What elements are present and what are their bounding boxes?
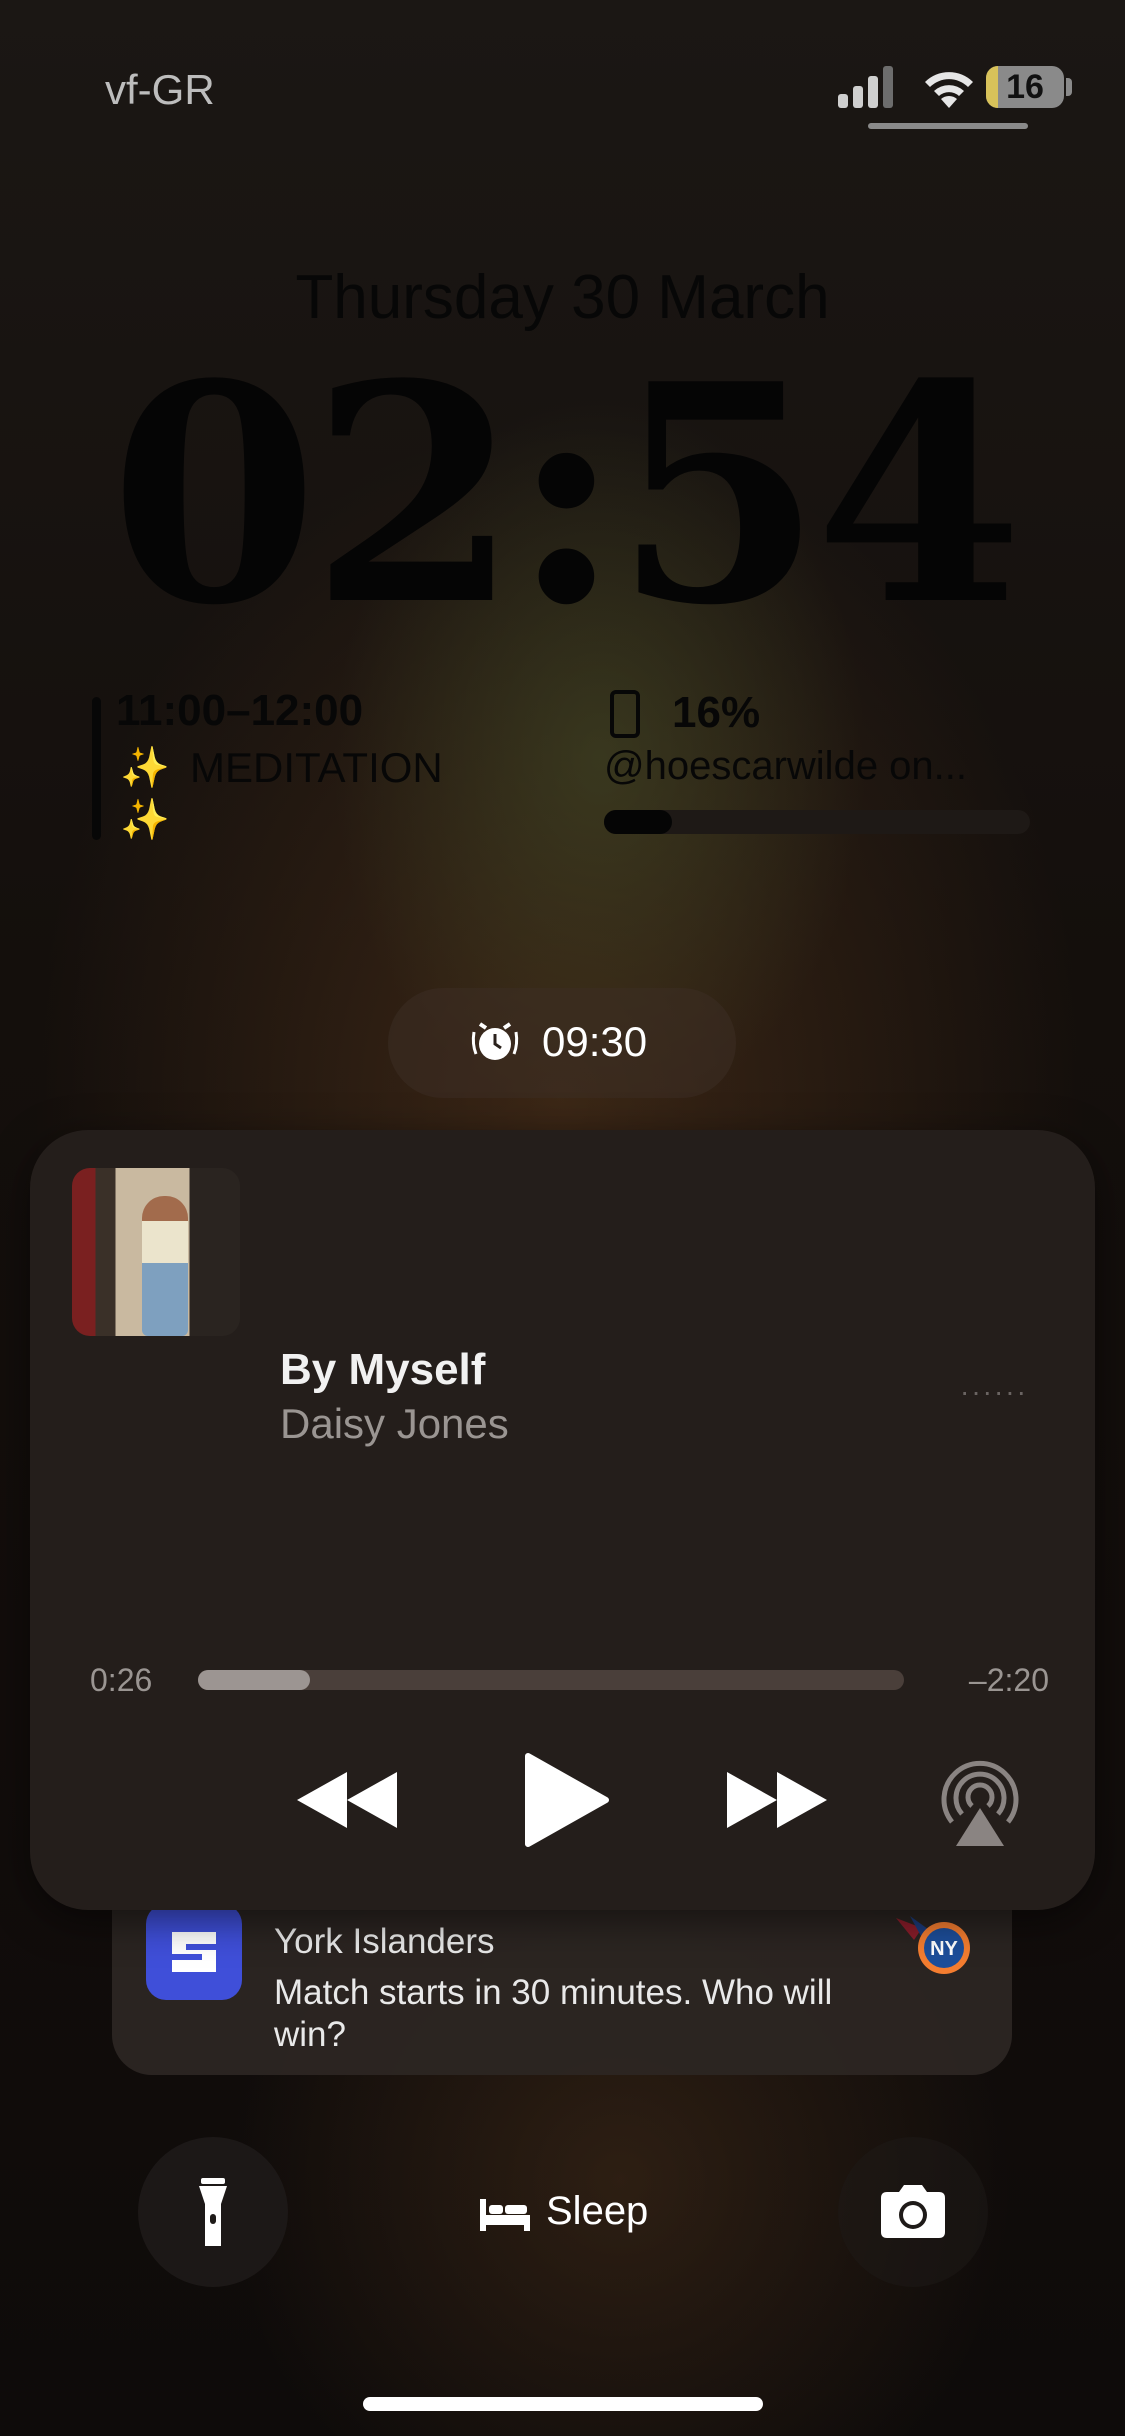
battery-widget-device[interactable]: @hoescarwilde on... — [604, 744, 1024, 789]
sparkles-icon: ✨ — [120, 746, 170, 790]
ny-islanders-logo: NY — [896, 1916, 970, 1974]
rewind-icon[interactable] — [295, 1750, 400, 1850]
calendar-event-bar — [92, 697, 101, 840]
play-icon[interactable] — [520, 1750, 610, 1850]
flashlight-button[interactable] — [138, 2137, 288, 2287]
battery-widget-percent[interactable]: 16% — [672, 688, 760, 738]
home-indicator[interactable] — [363, 2397, 763, 2411]
svg-text:NY: NY — [930, 1938, 958, 1960]
battery-widget-bar-fill — [604, 810, 673, 834]
flashlight-icon — [199, 2178, 227, 2246]
notification-body: Match starts in 30 minutes. Who will win… — [274, 1973, 833, 2054]
battery-indicator: 16 — [986, 66, 1064, 108]
app-glyph-icon — [172, 1932, 216, 1972]
wifi-icon — [925, 72, 973, 108]
bed-icon — [480, 2199, 530, 2231]
fast-forward-icon[interactable] — [725, 1750, 830, 1850]
scrubber-fill — [198, 1670, 310, 1690]
sofascore-app-icon — [146, 1904, 242, 2000]
calendar-event-title[interactable]: MEDITATION — [190, 744, 443, 792]
sleep-label: Sleep — [546, 2189, 649, 2233]
notification-title: York Islanders — [274, 1922, 495, 1961]
phone-icon — [610, 690, 640, 738]
alarm-time: 09:30 — [542, 1018, 648, 1065]
camera-icon — [881, 2185, 945, 2238]
status-underline — [868, 123, 1028, 129]
lock-clock[interactable]: 02:54 — [0, 345, 1125, 645]
elapsed-time: 0:26 — [90, 1662, 153, 1698]
alarm-pill[interactable]: 09:30 — [388, 988, 736, 1098]
battery-widget-bar — [604, 810, 1030, 834]
song-title: By Myself — [280, 1345, 486, 1394]
album-art[interactable] — [72, 1168, 240, 1336]
battery-tip — [1066, 78, 1072, 96]
camera-button[interactable] — [838, 2137, 988, 2287]
now-playing-card[interactable]: By Myself Daisy Jones ······ 0:26 –2:20 — [30, 1130, 1095, 1910]
cellular-signal-icon — [838, 66, 894, 108]
artist-name: Daisy Jones — [280, 1400, 509, 1447]
airplay-icon[interactable] — [940, 1750, 1020, 1850]
more-dots[interactable]: ······ — [960, 1376, 1028, 1408]
calendar-event-time[interactable]: 11:00–12:00 — [116, 686, 363, 736]
battery-level-text: 16 — [1006, 68, 1044, 106]
scrubber-track[interactable] — [198, 1670, 904, 1690]
alarm-clock-icon — [471, 1022, 519, 1060]
carrier-name: vf-GR — [105, 66, 215, 113]
remaining-time: –2:20 — [968, 1662, 1049, 1698]
sparkles-icon: ✨ — [120, 798, 170, 842]
